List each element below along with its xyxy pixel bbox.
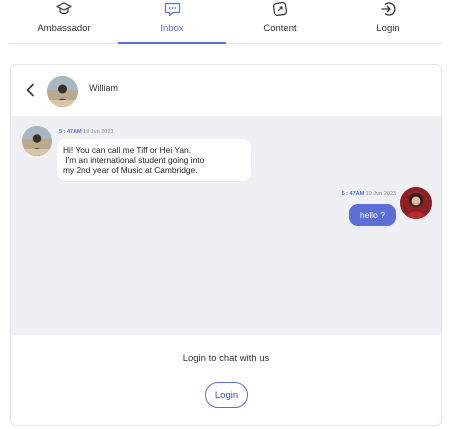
message-line: I'm an international student going into bbox=[63, 155, 205, 165]
login-button[interactable]: Login bbox=[205, 382, 248, 408]
message-timestamp: 5 : 47AM 19 Jun 2023 bbox=[59, 129, 114, 135]
avatar bbox=[22, 126, 52, 156]
tab-label: Login bbox=[376, 23, 400, 34]
message-timestamp: 5 : 47AM 19 Jun 2023 bbox=[341, 191, 396, 197]
top-navigation: Ambassador Inbox Content Login bbox=[10, 0, 442, 44]
chat-message-icon bbox=[164, 1, 181, 17]
tab-login[interactable]: Login bbox=[334, 0, 442, 43]
avatar[interactable] bbox=[47, 76, 78, 107]
tab-label: Inbox bbox=[160, 23, 184, 34]
outgoing-message-bubble: hello ? bbox=[348, 204, 396, 226]
graduation-cap-icon bbox=[56, 1, 72, 17]
message-line: Hi! You can call me Tiff or Hei Yan. bbox=[63, 145, 192, 155]
tab-label: Ambassador bbox=[37, 23, 91, 34]
login-prompt-text: Login to chat with us bbox=[182, 353, 270, 364]
tab-label: Content bbox=[263, 23, 297, 34]
chat-contact-name: William bbox=[89, 83, 118, 93]
tab-content[interactable]: Content bbox=[226, 0, 334, 43]
chat-header: William bbox=[11, 65, 441, 117]
chat-card: William 5 : 47AM 19 Jun 2023 Hi! You can… bbox=[10, 64, 442, 426]
avatar bbox=[400, 187, 432, 219]
incoming-message-bubble: Hi! You can call me Tiff or Hei Yan. I'm… bbox=[57, 139, 251, 181]
tab-ambassador[interactable]: Ambassador bbox=[10, 0, 118, 43]
message-line: my 2nd year of Music at Cambridge. bbox=[63, 165, 198, 175]
login-icon bbox=[380, 1, 396, 17]
back-chevron-icon[interactable] bbox=[23, 82, 37, 98]
tab-inbox[interactable]: Inbox bbox=[118, 0, 226, 44]
content-icon bbox=[272, 1, 288, 17]
message-list: 5 : 47AM 19 Jun 2023 Hi! You can call me… bbox=[11, 117, 441, 335]
